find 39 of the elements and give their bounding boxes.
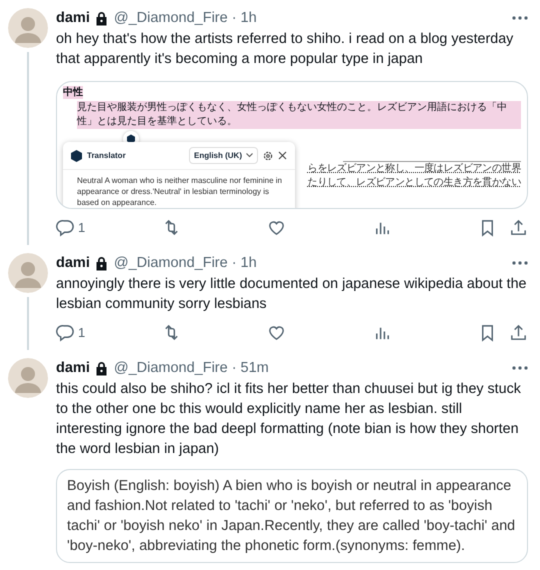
user-handle[interactable]: @_Diamond_Fire [114, 253, 228, 273]
display-name[interactable]: dami [56, 358, 90, 378]
user-handle[interactable]: @_Diamond_Fire [114, 358, 228, 378]
more-icon[interactable] [512, 16, 528, 20]
translation-text: Neutral A woman who is neither masculine nor feminine in appearance or dress.'Neutral' in lesbian terminology is based on appearance. [76, 175, 283, 208]
tweet-text: oh hey that's how the artists referred to shiho. i read on a blog yesterday that apparently it's becoming a more popular type in japan [56, 30, 514, 69]
user-handle[interactable]: @_Diamond_Fire [114, 8, 228, 28]
tweet-text: this could also be shiho? icl it fits her better than chuusei but ig they stuck to the other one bc this would explicitly name her as lesbian. still interesting ignore the bad deepl formatting (note bian is how they shorten the word lesbian in japan) [56, 380, 522, 459]
chevron-icon [246, 153, 253, 158]
reply-button[interactable]: 1 [56, 218, 162, 236]
timestamp[interactable]: 1h [240, 253, 257, 273]
display-name[interactable]: dami [56, 8, 90, 28]
more-icon[interactable] [512, 261, 528, 265]
speech-bubble-icon [56, 322, 75, 342]
share-button[interactable] [509, 322, 528, 342]
share-button[interactable] [509, 218, 528, 236]
close-icon[interactable] [278, 151, 287, 160]
article-text: らをレズビアンと称し、一度はレズビアンの世界 [308, 162, 521, 176]
share-icon [509, 218, 528, 236]
settings-icon[interactable] [263, 150, 273, 160]
display-name[interactable]: dami [56, 253, 90, 273]
quote-card: Boyish (English: boyish) A bien who is boyish or neutral in appearance and fashion.Not related to 'tachi' or 'neko', but referred to as 'boyish tachi' or 'boyish neko' in Japan.Recently, they are called 'boy-tachi' and 'boy-neko', abbreviating the phonetic form.(synonyms: femme). [56, 469, 528, 563]
term-heading: 中性 [63, 86, 83, 99]
tweet-text: annoyingly there is very little documented on japanese wikipedia about the lesbian community sorry lesbians [56, 275, 528, 314]
hexagon-icon [71, 150, 82, 162]
screenshot[interactable] [56, 81, 528, 209]
separator: · [232, 9, 237, 28]
article-text: たりして、レズビアンとしての生き方を貫かない [308, 176, 521, 190]
timestamp[interactable]: 51m [240, 358, 269, 378]
language-dropdown[interactable]: English (UK) [189, 147, 258, 164]
more-icon[interactable] [512, 366, 528, 370]
popup-title: Translator [87, 151, 126, 160]
separator: · [232, 254, 237, 273]
speech-bubble-icon [56, 218, 75, 236]
timestamp[interactable]: 1h [240, 8, 257, 28]
separator: · [232, 359, 237, 378]
reply-button[interactable]: 1 [56, 322, 162, 342]
definition-text: 見た目や服装が男性っぽくもなく、女性っぽくもない女性のこと。レズビアン用語における「中性」とは見た目を基準としている。 [77, 101, 521, 129]
share-icon [509, 322, 528, 342]
